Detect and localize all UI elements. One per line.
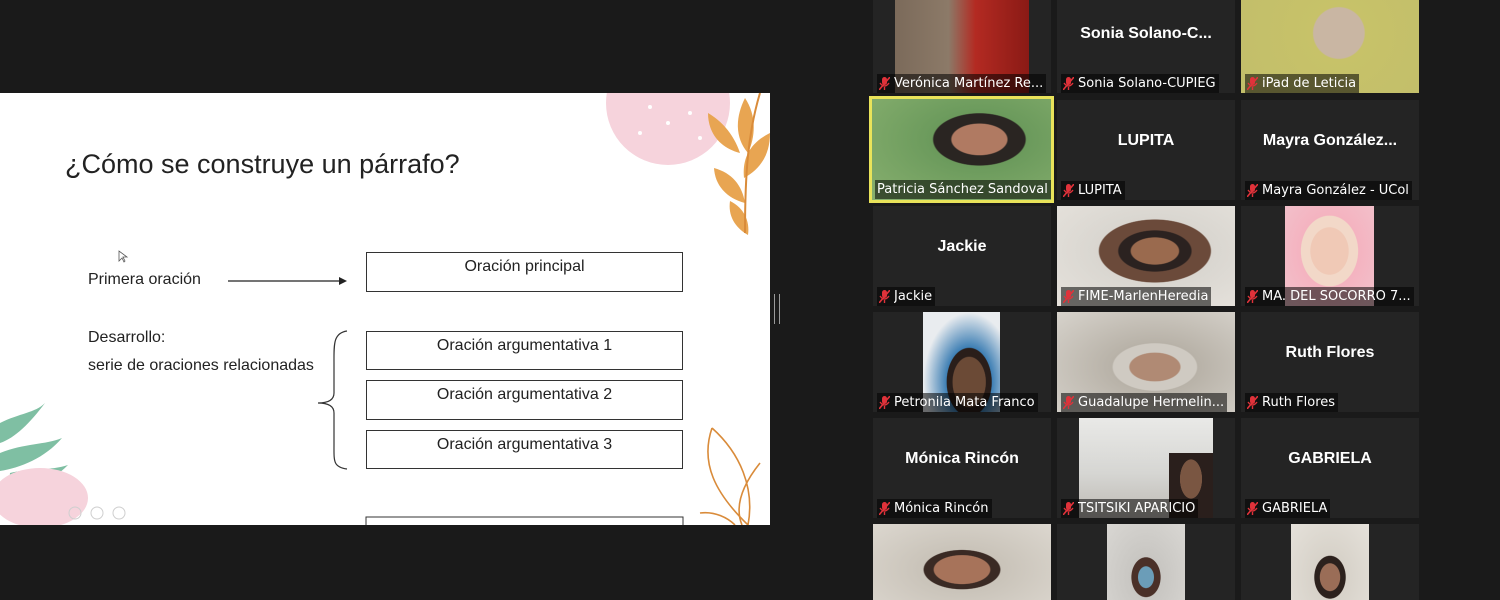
shared-slide: ¿Cómo se construye un párrafo? Primera o… xyxy=(0,93,770,525)
participant-name-label: MA. DEL SOCORRO 7... xyxy=(1245,287,1414,306)
argument-box-3: Oración argumentativa 3 xyxy=(366,430,683,469)
participant-tile[interactable]: iPad de Leticia xyxy=(1241,0,1419,93)
participant-tile[interactable]: Ruth Flores Ruth Flores xyxy=(1241,312,1419,412)
participant-tile[interactable] xyxy=(873,524,1051,600)
mic-muted-icon xyxy=(879,502,890,515)
participant-tile[interactable]: TSITSIKI APARICIO xyxy=(1057,418,1235,518)
mic-muted-icon xyxy=(1063,184,1074,197)
participant-display-name: Mayra González... xyxy=(1262,132,1398,149)
slide-title: ¿Cómo se construye un párrafo? xyxy=(65,149,460,179)
mic-muted-icon xyxy=(879,77,890,90)
mic-muted-icon xyxy=(1247,290,1258,303)
mic-muted-icon xyxy=(1247,184,1258,197)
main-sentence-box: Oración principal xyxy=(366,252,683,292)
participant-tile[interactable] xyxy=(1241,524,1419,600)
participant-tile[interactable]: Mónica Rincón Mónica Rincón xyxy=(873,418,1051,518)
participant-display-name: GABRIELA xyxy=(1288,450,1372,467)
participant-name-label: Jackie xyxy=(877,287,936,306)
participant-tile[interactable]: GABRIELA GABRIELA xyxy=(1241,418,1419,518)
participant-display-name: Ruth Flores xyxy=(1285,344,1375,361)
mic-muted-icon xyxy=(1247,396,1258,409)
argument-box-2: Oración argumentativa 2 xyxy=(366,380,683,420)
mic-muted-icon xyxy=(1063,77,1074,90)
participant-display-name: Mónica Rincón xyxy=(905,450,1019,467)
participant-tile[interactable]: LUPITA LUPITA xyxy=(1057,100,1235,200)
video-thumbnail xyxy=(1107,524,1185,600)
mic-muted-icon xyxy=(879,290,890,303)
participant-name-label: FIME-MarlenHeredia xyxy=(1061,287,1212,306)
participant-name-label: LUPITA xyxy=(1061,181,1125,200)
participant-name-label: Petronila Mata Franco xyxy=(877,393,1038,412)
argument-box-1: Oración argumentativa 1 xyxy=(366,331,683,370)
participant-display-name: Sonia Solano-C... xyxy=(1080,25,1212,42)
participant-name-label: Sonia Solano-CUPIEG xyxy=(1061,74,1219,93)
participant-tile[interactable]: Sonia Solano-C... Sonia Solano-CUPIEG xyxy=(1057,0,1235,93)
development-label: Desarrollo: xyxy=(88,329,166,346)
participant-name-label: Mayra González - UCol xyxy=(1245,181,1412,200)
participant-tile[interactable]: Guadalupe Hermelin... xyxy=(1057,312,1235,412)
mic-muted-icon xyxy=(1063,290,1074,303)
participant-name-label: Verónica Martínez Re... xyxy=(877,74,1047,93)
participant-tile[interactable]: Mayra González... Mayra González - UCol xyxy=(1241,100,1419,200)
development-subtitle: serie de oraciones relacionadas xyxy=(88,357,314,374)
participant-name-label: Guadalupe Hermelin... xyxy=(1061,393,1228,412)
participant-tile[interactable]: Jackie Jackie xyxy=(873,206,1051,306)
participant-name-label: Patricia Sánchez Sandoval xyxy=(875,180,1051,199)
participant-tile[interactable]: Petronila Mata Franco xyxy=(873,312,1051,412)
participant-tile[interactable]: FIME-MarlenHeredia xyxy=(1057,206,1235,306)
participant-name-label: iPad de Leticia xyxy=(1245,74,1360,93)
participant-display-name: Jackie xyxy=(937,238,987,255)
participant-display-name: LUPITA xyxy=(1117,132,1175,149)
participant-name-label: GABRIELA xyxy=(1245,499,1331,518)
participant-name-label: TSITSIKI APARICIO xyxy=(1061,499,1199,518)
video-thumbnail xyxy=(1291,524,1369,600)
first-sentence-label: Primera oración xyxy=(88,271,201,288)
participant-tile[interactable]: MA. DEL SOCORRO 7... xyxy=(1241,206,1419,306)
participant-tile-active-speaker[interactable]: Patricia Sánchez Sandoval xyxy=(869,96,1054,203)
participant-tile[interactable]: Verónica Martínez Re... xyxy=(873,0,1051,93)
mic-muted-icon xyxy=(1247,502,1258,515)
participant-tile[interactable] xyxy=(1057,524,1235,600)
participant-name-label: Ruth Flores xyxy=(1245,393,1339,412)
mic-muted-icon xyxy=(1247,77,1258,90)
mic-muted-icon xyxy=(1063,396,1074,409)
mic-muted-icon xyxy=(1063,502,1074,515)
mic-muted-icon xyxy=(879,396,890,409)
participant-name-label: Mónica Rincón xyxy=(877,499,992,518)
video-thumbnail xyxy=(873,524,1051,600)
panel-resize-handle[interactable] xyxy=(774,294,780,324)
